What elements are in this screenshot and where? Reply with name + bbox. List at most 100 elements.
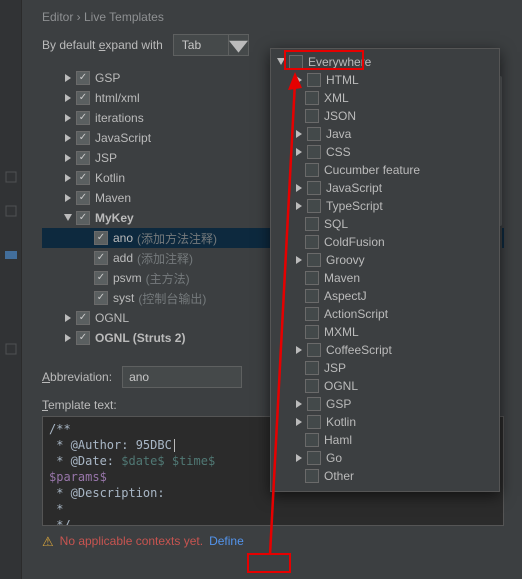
tree-node-label: OGNL (Struts 2) <box>95 331 185 345</box>
rail-icon-1[interactable] <box>4 170 18 184</box>
expand-triangle-icon[interactable] <box>62 72 74 84</box>
context-item[interactable]: ColdFusion <box>271 233 499 251</box>
context-checkbox[interactable] <box>305 289 319 303</box>
expand-triangle-icon[interactable] <box>293 452 305 464</box>
context-checkbox[interactable] <box>305 361 319 375</box>
context-checkbox[interactable] <box>305 307 319 321</box>
context-item[interactable]: MXML <box>271 323 499 341</box>
context-checkbox[interactable] <box>305 217 319 231</box>
context-item[interactable]: HTML <box>271 71 499 89</box>
context-item[interactable]: Maven <box>271 269 499 287</box>
context-checkbox[interactable] <box>307 343 321 357</box>
expand-triangle-icon[interactable] <box>293 146 305 158</box>
context-item-label: OGNL <box>324 379 358 393</box>
rail-icon-2[interactable] <box>4 204 18 218</box>
abbreviation-input[interactable] <box>122 366 242 388</box>
expand-triangle-icon[interactable] <box>62 152 74 164</box>
context-everywhere-row[interactable]: Everywhere <box>271 53 499 71</box>
tree-checkbox[interactable] <box>76 311 90 325</box>
expand-triangle-icon[interactable] <box>62 92 74 104</box>
context-checkbox[interactable] <box>289 55 303 69</box>
context-item[interactable]: Kotlin <box>271 413 499 431</box>
define-link[interactable]: Define <box>209 534 244 548</box>
tree-checkbox[interactable] <box>76 151 90 165</box>
context-item[interactable]: JSP <box>271 359 499 377</box>
tree-checkbox[interactable] <box>94 231 108 245</box>
expand-triangle-icon[interactable] <box>293 254 305 266</box>
context-item[interactable]: GSP <box>271 395 499 413</box>
tree-checkbox[interactable] <box>76 211 90 225</box>
context-item-label: SQL <box>324 217 348 231</box>
tree-checkbox[interactable] <box>76 91 90 105</box>
context-item[interactable]: Haml <box>271 431 499 449</box>
expand-with-combo[interactable]: Tab <box>173 34 249 56</box>
context-checkbox[interactable] <box>305 379 319 393</box>
context-item[interactable]: Groovy <box>271 251 499 269</box>
context-item[interactable]: ActionScript <box>271 305 499 323</box>
context-checkbox[interactable] <box>307 415 321 429</box>
context-item-label: Other <box>324 469 354 483</box>
expand-triangle-icon[interactable] <box>62 332 74 344</box>
context-item[interactable]: AspectJ <box>271 287 499 305</box>
expand-triangle-icon[interactable] <box>293 74 305 86</box>
expand-triangle-icon[interactable] <box>62 312 74 324</box>
context-item-label: Maven <box>324 271 360 285</box>
context-item[interactable]: CSS <box>271 143 499 161</box>
context-item-label: Kotlin <box>326 415 356 429</box>
context-item[interactable]: Cucumber feature <box>271 161 499 179</box>
context-checkbox[interactable] <box>307 181 321 195</box>
expand-triangle-icon[interactable] <box>293 416 305 428</box>
expand-triangle-icon[interactable] <box>293 200 305 212</box>
tree-checkbox[interactable] <box>76 71 90 85</box>
expand-triangle-icon[interactable] <box>293 182 305 194</box>
context-checkbox[interactable] <box>305 91 319 105</box>
context-checkbox[interactable] <box>307 127 321 141</box>
rail-icon-4[interactable] <box>4 342 18 356</box>
context-checkbox[interactable] <box>305 325 319 339</box>
tree-checkbox[interactable] <box>94 291 108 305</box>
expand-triangle-icon[interactable] <box>275 56 287 68</box>
context-item[interactable]: JavaScript <box>271 179 499 197</box>
context-item[interactable]: Other <box>271 467 499 485</box>
context-checkbox[interactable] <box>305 163 319 177</box>
tree-checkbox[interactable] <box>76 171 90 185</box>
context-item[interactable]: SQL <box>271 215 499 233</box>
context-checkbox[interactable] <box>307 145 321 159</box>
expand-triangle-icon[interactable] <box>293 128 305 140</box>
tree-checkbox[interactable] <box>76 131 90 145</box>
context-checkbox[interactable] <box>307 451 321 465</box>
expand-triangle-icon[interactable] <box>62 112 74 124</box>
context-checkbox[interactable] <box>305 433 319 447</box>
context-node-label: Everywhere <box>308 55 371 69</box>
expand-triangle-icon[interactable] <box>62 172 74 184</box>
tree-checkbox[interactable] <box>94 251 108 265</box>
context-item[interactable]: XML <box>271 89 499 107</box>
context-item[interactable]: CoffeeScript <box>271 341 499 359</box>
context-checkbox[interactable] <box>307 397 321 411</box>
context-checkbox[interactable] <box>307 73 321 87</box>
context-checkbox[interactable] <box>307 199 321 213</box>
context-item[interactable]: TypeScript <box>271 197 499 215</box>
chevron-down-icon[interactable] <box>229 34 249 56</box>
context-item[interactable]: JSON <box>271 107 499 125</box>
expand-triangle-icon[interactable] <box>293 398 305 410</box>
expand-triangle-open-icon[interactable] <box>62 212 74 224</box>
context-checkbox[interactable] <box>307 253 321 267</box>
expand-triangle-icon[interactable] <box>62 192 74 204</box>
contexts-popup[interactable]: Everywhere HTMLXMLJSONJavaCSSCucumber fe… <box>270 48 500 492</box>
context-checkbox[interactable] <box>305 109 319 123</box>
tree-checkbox[interactable] <box>76 191 90 205</box>
expand-triangle-icon[interactable] <box>62 132 74 144</box>
context-checkbox[interactable] <box>305 271 319 285</box>
tree-checkbox[interactable] <box>94 271 108 285</box>
rail-icon-3[interactable] <box>4 248 18 262</box>
expand-with-value[interactable]: Tab <box>173 34 229 56</box>
expand-triangle-icon[interactable] <box>293 344 305 356</box>
context-item[interactable]: OGNL <box>271 377 499 395</box>
context-checkbox[interactable] <box>305 235 319 249</box>
context-item[interactable]: Java <box>271 125 499 143</box>
tree-checkbox[interactable] <box>76 111 90 125</box>
context-item[interactable]: Go <box>271 449 499 467</box>
tree-checkbox[interactable] <box>76 331 90 345</box>
context-checkbox[interactable] <box>305 469 319 483</box>
